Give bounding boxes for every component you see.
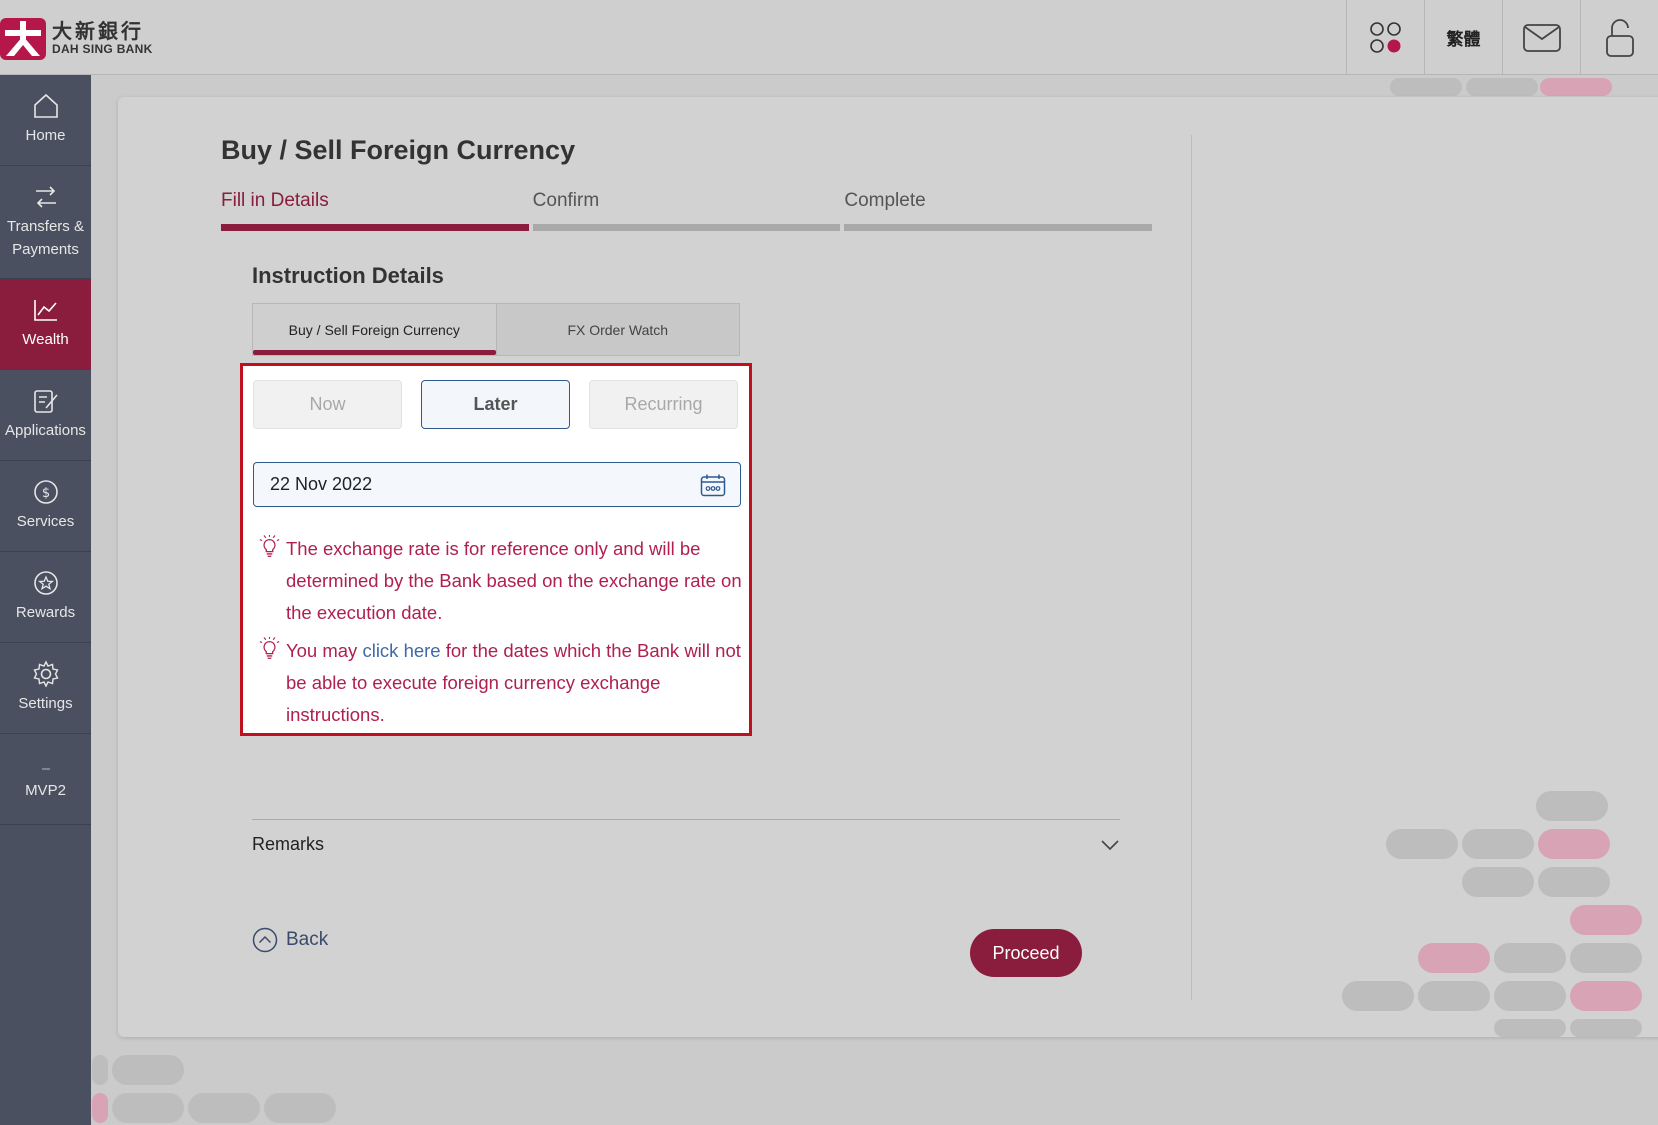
apps-button[interactable] (1346, 0, 1424, 75)
lock-icon (1605, 18, 1634, 57)
non-execution-dates-note-text: You may click here for the dates which t… (286, 635, 743, 731)
page-title: Buy / Sell Foreign Currency (221, 135, 576, 165)
proceed-button[interactable]: Proceed (970, 929, 1082, 977)
sidebar-item-applications[interactable]: Applications (0, 370, 91, 461)
lightbulb-icon (259, 535, 280, 557)
section-title: Instruction Details (252, 263, 444, 288)
svg-text:$: $ (41, 486, 49, 501)
sidebar-item-rewards[interactable]: Rewards (0, 552, 91, 643)
mail-button[interactable] (1502, 0, 1580, 75)
execution-date-value: 22 Nov 2022 (270, 474, 373, 494)
execution-date-field[interactable]: 22 Nov 2022 (253, 462, 741, 507)
tab-fx-order-watch[interactable]: FX Order Watch (495, 304, 740, 355)
chevron-down-icon (1101, 839, 1119, 850)
step-fill-in-details: Fill in Details (221, 190, 529, 231)
timing-later-button[interactable]: Later (421, 380, 570, 429)
sidebar: Home Transfers & Payments Wealth Applica… (0, 75, 91, 1125)
step-bar (844, 224, 1153, 231)
chevron-up-circle-icon (252, 927, 278, 953)
dollar-icon: $ (33, 480, 58, 505)
sidebar-item-label: Applications (5, 422, 86, 440)
mvp-icon (41, 768, 50, 771)
gear-icon (32, 660, 59, 688)
timing-options: Now Later Recurring (253, 380, 738, 429)
click-here-link[interactable]: click here (362, 640, 440, 661)
sidebar-item-wealth[interactable]: Wealth (0, 279, 91, 370)
progress-steps: Fill in Details Confirm Complete (221, 190, 1153, 231)
sidebar-item-label: Transfers & Payments (7, 217, 84, 258)
step-label: Complete (844, 190, 926, 211)
step-label: Confirm (532, 190, 600, 211)
sidebar-item-settings[interactable]: Settings (0, 643, 91, 734)
star-icon (33, 571, 58, 596)
apps-icon (1369, 21, 1401, 53)
transfer-icon (35, 186, 56, 208)
bank-logo[interactable]: 大新銀行 DAH SING BANK (0, 14, 170, 64)
back-button[interactable]: Back (252, 927, 328, 953)
bank-logo-mark-icon (0, 18, 46, 60)
step-complete: Complete (844, 190, 1153, 231)
execution-timing-panel: Now Later Recurring 22 Nov 2022 The exch… (240, 363, 752, 736)
timing-recurring-button[interactable]: Recurring (589, 380, 738, 429)
step-confirm: Confirm (532, 190, 841, 231)
exchange-rate-note: The exchange rate is for reference only … (253, 533, 743, 629)
content-divider (1191, 135, 1192, 1000)
step-bar (532, 224, 841, 231)
back-label: Back (286, 929, 329, 950)
note-prefix: You may (286, 640, 363, 661)
top-header: 大新銀行 DAH SING BANK 繁體 (0, 0, 1658, 75)
sidebar-item-label: Rewards (15, 604, 76, 622)
calendar-icon[interactable] (700, 473, 726, 497)
sidebar-item-transfers-payments[interactable]: Transfers & Payments (0, 166, 91, 279)
mail-icon (1522, 23, 1561, 52)
logout-button[interactable] (1580, 0, 1658, 75)
sidebar-item-label: Settings (18, 695, 73, 713)
application-icon (33, 390, 58, 414)
remarks-label: Remarks (252, 834, 325, 854)
step-label: Fill in Details (221, 190, 329, 211)
sidebar-item-mvp2[interactable]: MVP2 (0, 734, 91, 825)
sidebar-item-services[interactable]: $ Services (0, 461, 91, 552)
non-execution-dates-note: You may click here for the dates which t… (253, 635, 743, 731)
language-toggle-button[interactable]: 繁體 (1424, 0, 1502, 75)
sidebar-item-label: Wealth (22, 331, 69, 349)
timing-now-button[interactable]: Now (253, 380, 402, 429)
bank-name-en: DAH SING BANK (52, 42, 153, 57)
lightbulb-icon (259, 637, 280, 659)
home-icon (33, 94, 58, 119)
remarks-accordion[interactable]: Remarks (252, 819, 1120, 869)
exchange-rate-note-text: The exchange rate is for reference only … (286, 538, 742, 623)
sidebar-item-home[interactable]: Home (0, 75, 91, 166)
tab-buy-sell-foreign-currency[interactable]: Buy / Sell Foreign Currency (253, 304, 496, 355)
chart-icon (33, 300, 57, 322)
bank-name-cn: 大新銀行 (52, 21, 144, 44)
sidebar-item-label: Home (25, 127, 66, 145)
instruction-tabs: Buy / Sell Foreign Currency FX Order Wat… (252, 303, 740, 356)
sidebar-item-label: Services (16, 513, 75, 531)
sidebar-item-label: MVP2 (25, 782, 66, 800)
step-bar (221, 224, 529, 231)
